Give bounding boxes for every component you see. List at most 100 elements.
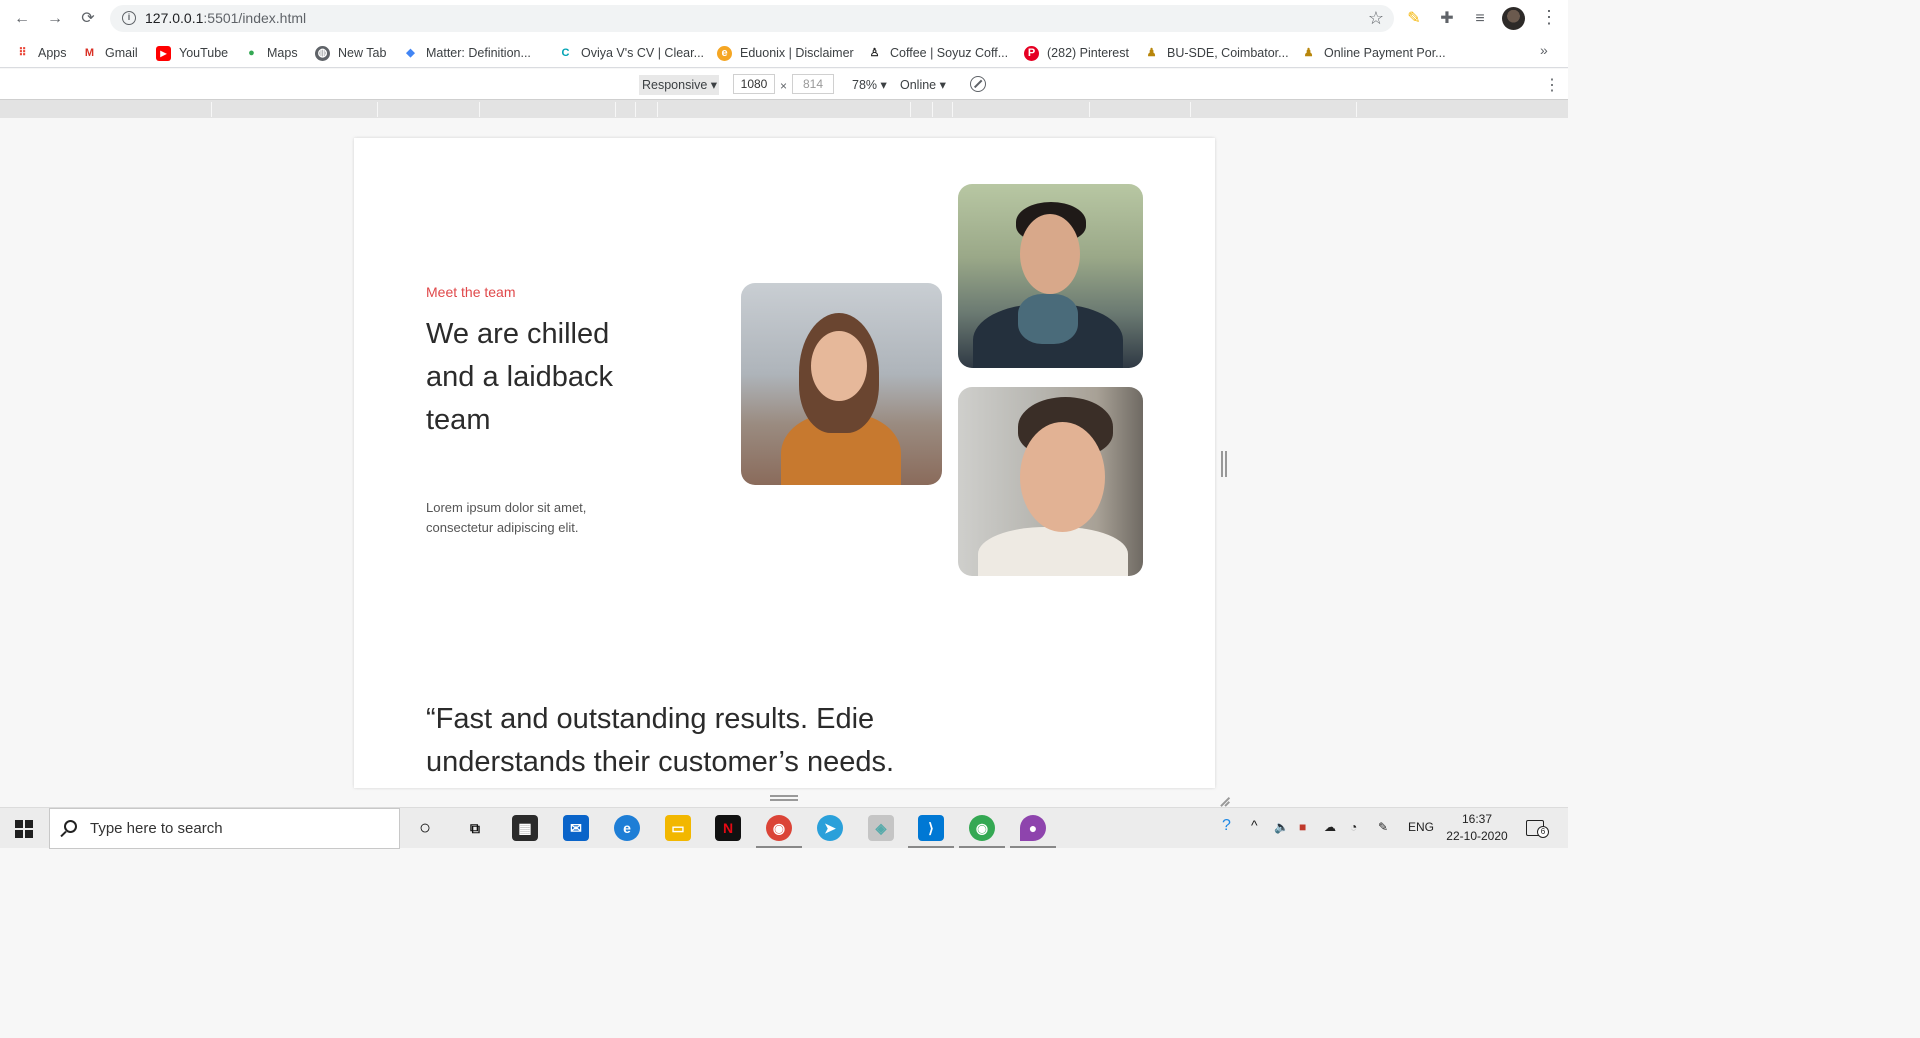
- bookmark-coffee[interactable]: ♙ Coffee | Soyuz Coff...: [867, 44, 1009, 62]
- bookmark-youtube[interactable]: ▶ YouTube: [156, 44, 228, 62]
- task-view-icon[interactable]: ⧉: [462, 815, 488, 841]
- team-photo-man-scarf: [958, 184, 1143, 368]
- taskbar-search-input[interactable]: Type here to search: [49, 808, 400, 849]
- clearcv-icon: C: [561, 46, 570, 59]
- forward-arrow-icon[interactable]: →: [45, 9, 65, 29]
- person-icon: ♟: [1146, 46, 1157, 59]
- section-eyebrow: Meet the team: [426, 284, 516, 300]
- media-divider: [211, 102, 212, 117]
- bookmark-online-payment[interactable]: ♟ Online Payment Por...: [1301, 44, 1446, 62]
- taskbar-clock[interactable]: 16:37 22-10-2020: [1445, 811, 1509, 845]
- section-description: Lorem ipsum dolor sit amet, consectetur …: [426, 500, 587, 535]
- device-toolbar-menu-icon[interactable]: ⋮: [1544, 75, 1560, 95]
- bookmark-maps[interactable]: ● Maps: [244, 44, 297, 62]
- gmail-icon: M: [84, 46, 95, 59]
- media-query-bar[interactable]: [0, 99, 1568, 118]
- pen-icon[interactable]: ✎: [1378, 820, 1388, 834]
- extension-pencil-icon[interactable]: ✎: [1403, 8, 1425, 30]
- netflix-icon[interactable]: N: [715, 815, 741, 841]
- language-indicator[interactable]: ENG: [1408, 820, 1434, 834]
- profile-avatar[interactable]: [1502, 7, 1525, 30]
- media-divider: [479, 102, 480, 117]
- wifi-icon[interactable]: ◔: [1350, 820, 1357, 834]
- dimension-separator: ×: [780, 79, 788, 93]
- vscode-icon[interactable]: ⟩: [918, 815, 944, 841]
- active-app-indicator: [908, 846, 954, 848]
- extensions-puzzle-icon[interactable]: ✚: [1436, 8, 1458, 30]
- file-explorer-icon[interactable]: ▭: [665, 815, 691, 841]
- more-bookmarks-icon[interactable]: »: [1540, 42, 1548, 58]
- app-drop-icon[interactable]: ●: [1020, 815, 1046, 841]
- bookmark-eduonix[interactable]: e Eduonix | Disclaimer: [717, 44, 854, 62]
- volume-icon[interactable]: 🔈: [1274, 820, 1289, 834]
- active-app-indicator: [756, 846, 802, 848]
- bookmark-oviya-cv[interactable]: C Oviya V's CV | Clear...: [558, 44, 705, 62]
- bookmark-star-icon[interactable]: ☆: [1368, 8, 1384, 29]
- maps-pin-icon: ●: [248, 46, 255, 59]
- pinterest-icon: P: [1024, 45, 1039, 61]
- apps-grid-icon: ⠿: [18, 46, 27, 59]
- media-divider: [615, 102, 616, 117]
- browser-toolbar: ← → ⟳ i 127.0.0.1:5501/index.html ☆ ✎ ✚ …: [0, 0, 1568, 37]
- zoom-select[interactable]: 78% ▾: [852, 75, 887, 95]
- team-photo-woman: [741, 283, 942, 485]
- onedrive-cloud-icon[interactable]: ☁: [1324, 820, 1336, 834]
- media-divider: [910, 102, 911, 117]
- media-divider: [1089, 102, 1090, 117]
- telegram-icon[interactable]: ➤: [817, 815, 843, 841]
- edge-icon[interactable]: e: [614, 815, 640, 841]
- viewport-resize-handle-right[interactable]: [1221, 451, 1227, 477]
- matter-icon: ◆: [406, 46, 415, 59]
- youtube-icon: ▶: [156, 45, 171, 61]
- windows-taskbar: Type here to search ○ ⧉ ▦ ✉ e ▭ N ◉ ➤ ◈ …: [0, 807, 1568, 849]
- globe-icon: ◍: [315, 45, 330, 61]
- tray-app-icon[interactable]: ■: [1299, 820, 1306, 834]
- device-toolbar: Responsive ▾ 1080 × 814 78% ▾ Online ▾: [0, 69, 1568, 99]
- site-info-icon[interactable]: i: [122, 11, 136, 25]
- media-divider: [657, 102, 658, 117]
- bookmark-matter[interactable]: ◆ Matter: Definition...: [403, 44, 531, 62]
- back-arrow-icon[interactable]: ←: [12, 9, 32, 29]
- show-hidden-icons-chevron-icon[interactable]: ^: [1251, 817, 1258, 833]
- search-icon: [64, 820, 77, 833]
- viewport-height-input[interactable]: 814: [792, 74, 834, 94]
- section-heading: We are chilled and a laidback team: [426, 318, 614, 436]
- browser-menu-icon[interactable]: ⋮: [1540, 7, 1558, 28]
- viewport-resize-handle-bottom[interactable]: [770, 795, 798, 801]
- chrome-profile-icon[interactable]: ◉: [969, 815, 995, 841]
- network-throttle-select[interactable]: Online ▾: [900, 75, 946, 95]
- rotate-icon[interactable]: [970, 76, 986, 92]
- media-divider: [932, 102, 933, 117]
- chrome-icon[interactable]: ◉: [766, 815, 792, 841]
- url-text[interactable]: 127.0.0.1:5501/index.html: [145, 10, 306, 26]
- mail-icon[interactable]: ✉: [563, 815, 589, 841]
- cortana-icon[interactable]: ○: [412, 815, 438, 841]
- media-queue-icon[interactable]: ≡: [1469, 8, 1491, 30]
- windows-start-icon[interactable]: [15, 820, 33, 838]
- bookmark-bu-sde[interactable]: ♟ BU-SDE, Coimbator...: [1144, 44, 1289, 62]
- media-divider: [635, 102, 636, 117]
- eduonix-icon: e: [717, 45, 732, 61]
- testimonial-quote: “Fast and outstanding results. Edie unde…: [426, 703, 895, 778]
- notification-count-badge: 6: [1537, 826, 1549, 838]
- media-divider: [377, 102, 378, 117]
- viewport-resize-handle-corner[interactable]: [1217, 792, 1231, 807]
- help-icon[interactable]: ?: [1222, 817, 1231, 835]
- git-tool-icon[interactable]: ◈: [868, 815, 894, 841]
- store-icon[interactable]: ▦: [512, 815, 538, 841]
- reload-icon[interactable]: ⟳: [78, 9, 98, 29]
- bookmark-new-tab[interactable]: ◍ New Tab: [315, 44, 386, 62]
- bookmark-apps[interactable]: ⠿ Apps: [15, 44, 66, 62]
- team-photo-man-glasses: [958, 387, 1143, 576]
- media-divider: [1190, 102, 1191, 117]
- person-icon: ♟: [1303, 46, 1314, 59]
- bookmark-gmail[interactable]: M Gmail: [82, 44, 138, 62]
- coffee-icon: ♙: [869, 46, 880, 59]
- viewport-width-input[interactable]: 1080: [733, 74, 775, 94]
- device-select[interactable]: Responsive ▾: [639, 75, 719, 95]
- media-divider: [952, 102, 953, 117]
- address-bar[interactable]: i 127.0.0.1:5501/index.html ☆: [110, 5, 1394, 32]
- bookmark-pinterest[interactable]: P (282) Pinterest: [1024, 44, 1129, 62]
- media-divider: [1356, 102, 1357, 117]
- active-app-indicator: [1010, 846, 1056, 848]
